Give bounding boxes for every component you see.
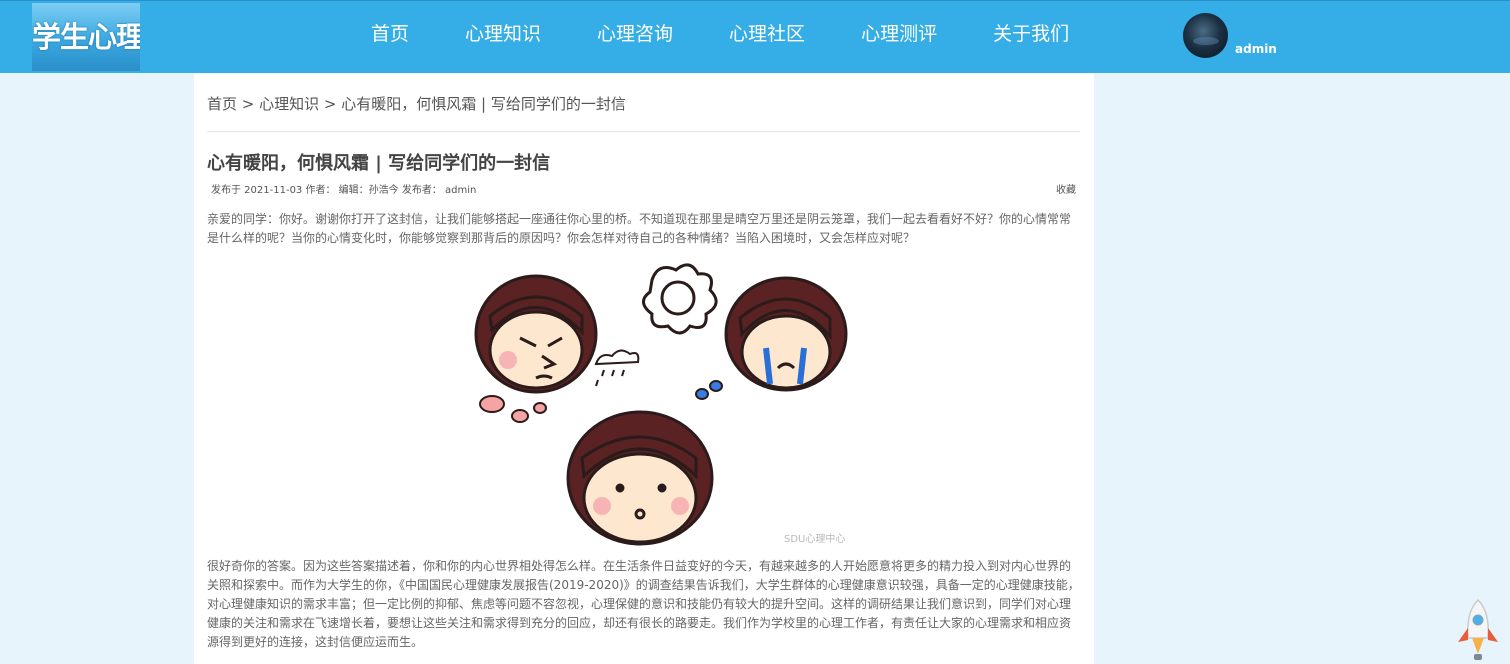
back-to-top-rocket-icon[interactable]: [1452, 598, 1504, 664]
username-label[interactable]: admin: [1235, 42, 1277, 56]
top-navigation-bar: 学生心理健康 首页 心理知识 心理咨询 心理社区 心理测评 关于我们 admin: [0, 0, 1510, 73]
divider: [207, 131, 1080, 132]
article-title: 心有暖阳，何惧风霜 | 写给同学们的一封信: [207, 153, 551, 174]
nav-psych-community[interactable]: 心理社区: [701, 1, 833, 73]
site-logo[interactable]: 学生心理健康: [32, 3, 140, 71]
nav-psych-consulting[interactable]: 心理咨询: [569, 1, 701, 73]
nav-psych-knowledge[interactable]: 心理知识: [437, 1, 569, 73]
breadcrumb-separator: >: [237, 95, 260, 113]
avatar[interactable]: [1183, 13, 1228, 58]
article-container: 首页 > 心理知识 > 心有暖阳，何惧风霜 | 写给同学们的一封信 心有暖阳，何…: [194, 73, 1094, 664]
breadcrumb-home[interactable]: 首页: [207, 95, 237, 113]
breadcrumb-section[interactable]: 心理知识: [259, 95, 319, 113]
main-nav: 首页 心理知识 心理咨询 心理社区 心理测评 关于我们: [343, 1, 1097, 73]
crying-face: [724, 276, 848, 392]
rain-cloud: [594, 349, 640, 387]
thought-bubbles-red: [479, 395, 547, 423]
angry-face: [474, 274, 598, 394]
sun-thought-bubble: [642, 263, 718, 335]
article-paragraph-2: 很好奇你的答案。因为这些答案描述着，你和你的内心世界相处得怎么样。在生活条件日益…: [207, 559, 1080, 649]
favorite-button[interactable]: 收藏: [1056, 181, 1076, 196]
article-meta: 发布于 2021-11-03 作者： 编辑：孙浩今 发布者： admin: [211, 185, 477, 196]
breadcrumb-current: 心有暖阳，何惧风霜 | 写给同学们的一封信: [341, 95, 626, 113]
calm-face: [566, 410, 714, 546]
image-watermark: SDU心理中心: [784, 532, 845, 545]
nav-about-us[interactable]: 关于我们: [965, 1, 1097, 73]
breadcrumb-separator: >: [319, 95, 342, 113]
nav-psych-assessment[interactable]: 心理测评: [833, 1, 965, 73]
article-illustration: SDU心理中心: [474, 263, 848, 546]
article-paragraph-1: 亲爱的同学：你好。谢谢你打开了这封信，让我们能够搭起一座通往你心里的桥。不知道现…: [207, 212, 1072, 245]
thought-bubbles-blue: [695, 380, 723, 400]
nav-home[interactable]: 首页: [343, 1, 437, 73]
breadcrumb: 首页 > 心理知识 > 心有暖阳，何惧风霜 | 写给同学们的一封信: [207, 93, 626, 114]
